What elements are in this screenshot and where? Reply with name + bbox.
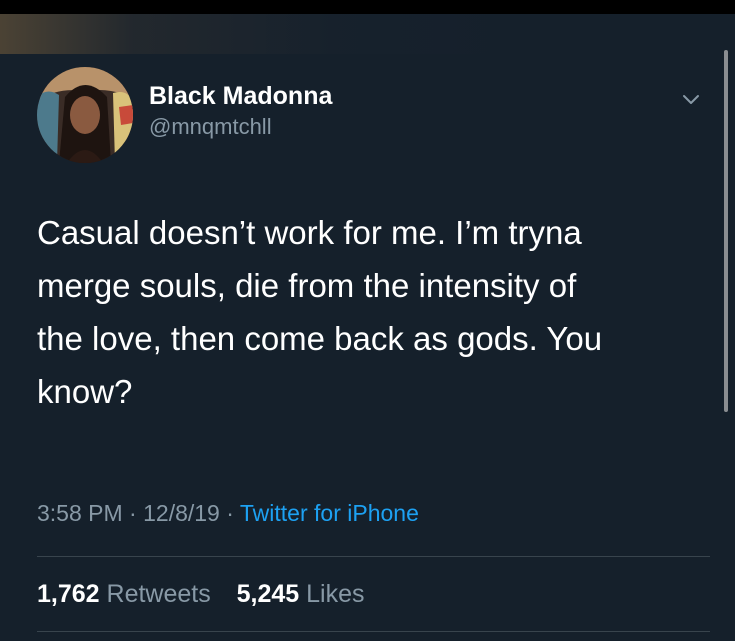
- tweet-time[interactable]: 3:58 PM: [37, 500, 123, 526]
- scrollbar[interactable]: [724, 50, 728, 412]
- tweet-stats: 1,762 Retweets 5,245 Likes: [37, 580, 365, 609]
- divider: [37, 631, 710, 632]
- tweet-metadata: 3:58 PM · 12/8/19 · Twitter for iPhone: [37, 500, 419, 527]
- tweet-text-line: Casual doesn’t work for me. I’m tryna: [37, 214, 582, 251]
- author-handle[interactable]: @mnqmtchll: [149, 114, 272, 140]
- avatar-image: [37, 67, 133, 163]
- likes-count: 5,245: [236, 580, 300, 608]
- chevron-down-icon[interactable]: [680, 88, 702, 110]
- tweet-text-line: merge souls, die from the intensity of: [37, 267, 577, 304]
- top-bar: [0, 0, 735, 14]
- divider: [37, 556, 710, 557]
- likes-label: Likes: [306, 580, 365, 608]
- tweet-text: Casual doesn’t work for me. I’m tryna me…: [37, 206, 712, 418]
- tweet-date[interactable]: 12/8/19: [143, 500, 220, 526]
- meta-separator: ·: [129, 500, 137, 526]
- likes-stat[interactable]: 5,245 Likes: [237, 580, 365, 608]
- top-blur-region: [0, 14, 735, 54]
- tweet-source-link[interactable]: Twitter for iPhone: [240, 500, 419, 526]
- meta-separator: ·: [226, 500, 234, 526]
- retweets-label: Retweets: [106, 580, 211, 608]
- tweet-text-line: know?: [37, 373, 133, 410]
- tweet-text-line: the love, then come back as gods. You: [37, 320, 603, 357]
- avatar[interactable]: [37, 67, 133, 163]
- retweets-count: 1,762: [37, 580, 100, 608]
- retweets-stat[interactable]: 1,762 Retweets: [37, 580, 218, 608]
- author-name[interactable]: Black Madonna: [149, 82, 332, 111]
- tweet-screen: Black Madonna @mnqmtchll Casual doesn’t …: [0, 0, 735, 641]
